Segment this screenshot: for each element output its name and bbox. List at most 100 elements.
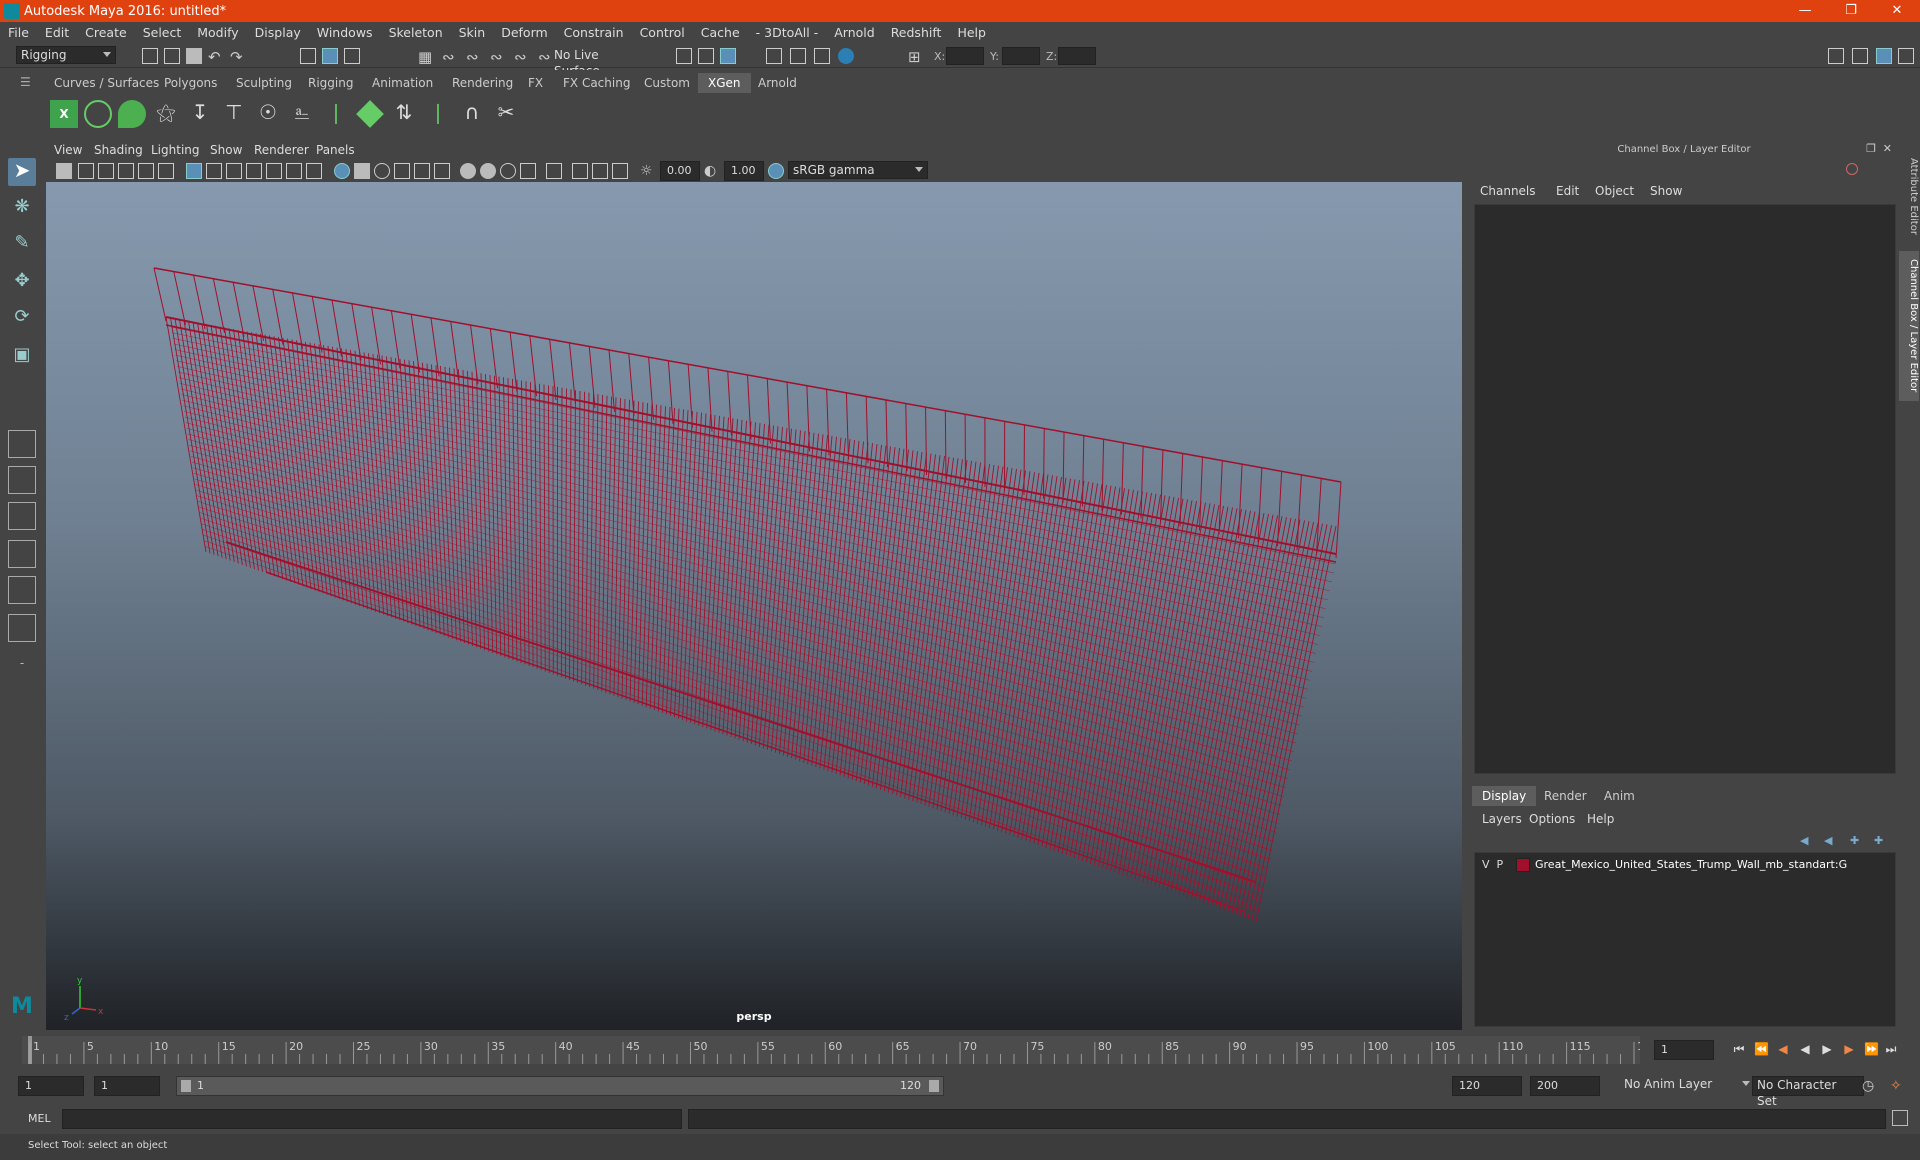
character-set-dropdown[interactable]: No Character Set: [1752, 1076, 1864, 1108]
float-panel-icon[interactable]: ❐: [1866, 142, 1876, 155]
anim-layer-dropdown[interactable]: No Anim Layer: [1620, 1076, 1750, 1096]
menu-display[interactable]: Display: [247, 22, 309, 44]
lasso-tool-icon[interactable]: ❋: [8, 196, 36, 224]
view-transform-dropdown[interactable]: sRGB gamma: [788, 161, 928, 179]
shelf-tab-fx[interactable]: FX: [518, 73, 553, 93]
grease-pencil-icon[interactable]: [158, 163, 174, 179]
move-tool-icon[interactable]: ✥: [8, 270, 36, 298]
snap-surface-icon[interactable]: ∾: [514, 48, 530, 66]
render-frame-icon[interactable]: [766, 48, 782, 64]
xray-joints-icon[interactable]: [612, 163, 628, 179]
layer-tab-display[interactable]: Display: [1472, 786, 1537, 806]
layer-menu-options[interactable]: Options: [1529, 812, 1575, 826]
modeling-toolkit-icon[interactable]: [1828, 48, 1844, 64]
xgen-editor-icon[interactable]: X: [50, 100, 78, 128]
scale-tool-icon[interactable]: ▣: [8, 344, 36, 372]
menu-modify[interactable]: Modify: [189, 22, 246, 44]
step-back-key-icon[interactable]: ⏪: [1754, 1042, 1769, 1056]
menu-skin[interactable]: Skin: [451, 22, 494, 44]
screen-space-ao-icon[interactable]: [460, 163, 476, 179]
xgen-bend-icon[interactable]: ∩: [458, 100, 486, 128]
step-forward-key-icon[interactable]: ⏩: [1864, 1042, 1879, 1056]
camera-attributes-icon[interactable]: [78, 163, 94, 179]
xgen-groom-icon[interactable]: ❘: [322, 100, 350, 128]
shelf-tab-xgen[interactable]: XGen: [698, 73, 751, 93]
shelf-tab-sculpting[interactable]: Sculpting: [226, 73, 302, 93]
paint-select-tool-icon[interactable]: ✎: [8, 232, 36, 260]
xgen-rebuild-icon[interactable]: ⇅: [390, 100, 418, 128]
resolution-gate-icon[interactable]: [226, 163, 242, 179]
isolate-select-icon[interactable]: [546, 163, 562, 179]
move-layer-down-icon[interactable]: ◀: [1824, 834, 1832, 847]
create-layer-from-selected-icon[interactable]: ✚: [1874, 834, 1883, 847]
range-end-field[interactable]: 200: [1530, 1076, 1600, 1096]
persp-outliner-layout-icon[interactable]: [8, 540, 36, 568]
viewport-menu-lighting[interactable]: Lighting: [151, 143, 200, 157]
channel-box-attributes[interactable]: [1474, 204, 1896, 774]
current-time-marker[interactable]: [28, 1036, 32, 1064]
menu-select[interactable]: Select: [135, 22, 190, 44]
snap-grid-icon[interactable]: ▦: [418, 48, 434, 66]
viewport-menu-show[interactable]: Show: [210, 143, 242, 157]
xgen-layer-icon[interactable]: [356, 100, 384, 128]
close-panel-icon[interactable]: ✕: [1883, 142, 1892, 155]
playback-end-field[interactable]: 120: [1452, 1076, 1522, 1096]
script-editor-icon[interactable]: [1892, 1110, 1908, 1126]
channel-box-tab[interactable]: Channel Box / Layer Editor: [1899, 251, 1919, 401]
two-pane-layout-icon[interactable]: [8, 502, 36, 530]
layer-tab-anim[interactable]: Anim: [1594, 786, 1645, 806]
layer-editor-toggle-icon[interactable]: [1898, 48, 1914, 64]
perspective-viewport[interactable]: y x z persp: [46, 182, 1462, 1030]
snap-view-icon[interactable]: ∾: [490, 48, 506, 66]
channel-box-menu-show[interactable]: Show: [1650, 184, 1682, 198]
go-to-end-icon[interactable]: ⏭: [1884, 1042, 1898, 1056]
2d-pan-zoom-icon[interactable]: [138, 163, 154, 179]
select-component-icon[interactable]: [344, 48, 360, 64]
hypershade-layout-icon[interactable]: [8, 614, 36, 642]
exposure-icon[interactable]: ☼: [640, 163, 656, 179]
shelf-tab-arnold[interactable]: Arnold: [748, 73, 807, 93]
gamma-icon[interactable]: ◐: [704, 163, 720, 179]
manipulator-icon[interactable]: [1846, 163, 1858, 175]
viewport-menu-view[interactable]: View: [54, 143, 82, 157]
select-tool-icon[interactable]: ➤: [8, 158, 36, 186]
shelf-tab-rigging[interactable]: Rigging: [298, 73, 363, 93]
x-field[interactable]: [946, 47, 984, 65]
channel-box-toggle-icon[interactable]: [1876, 48, 1892, 64]
menu-help[interactable]: Help: [949, 22, 994, 44]
shelf-tab-custom[interactable]: Custom: [634, 73, 700, 93]
menu-arnold[interactable]: Arnold: [826, 22, 882, 44]
range-slider-end-handle[interactable]: [929, 1080, 939, 1092]
safe-title-icon[interactable]: [306, 163, 322, 179]
command-input[interactable]: [62, 1109, 682, 1129]
xgen-create-description-icon[interactable]: [118, 100, 146, 128]
wireframe-on-shaded-icon[interactable]: [374, 163, 390, 179]
range-slider-start-handle[interactable]: [181, 1080, 191, 1092]
auto-key-icon[interactable]: ◷: [1862, 1078, 1874, 1094]
layer-color-swatch[interactable]: [1516, 858, 1530, 872]
time-slider[interactable]: 1 5 10 15 20 25 30 35 40 45 50 55 60 65 70 75 80 85 90 95 10…: [22, 1036, 1640, 1064]
z-field[interactable]: [1058, 47, 1096, 65]
shelf-tab-animation[interactable]: Animation: [362, 73, 443, 93]
xgen-preview-icon[interactable]: [84, 100, 112, 128]
menuset-dropdown[interactable]: Rigging: [16, 46, 116, 64]
absolute-transform-icon[interactable]: ⊞: [908, 48, 924, 66]
menu-skeleton[interactable]: Skeleton: [381, 22, 451, 44]
menu-3dtoall[interactable]: - 3DtoAll -: [748, 22, 827, 44]
construction-history-icon[interactable]: [720, 48, 736, 64]
depth-of-field-icon[interactable]: [520, 163, 536, 179]
xgen-lock-guides-icon[interactable]: ⎁: [288, 100, 316, 128]
render-settings-icon[interactable]: [814, 48, 830, 64]
xgen-sculpt-icon[interactable]: ❘: [424, 100, 452, 128]
play-backwards-icon[interactable]: ◀: [1798, 1042, 1812, 1056]
hypershade-icon[interactable]: [838, 48, 854, 64]
open-scene-icon[interactable]: [164, 48, 180, 64]
viewport-menu-renderer[interactable]: Renderer: [254, 143, 309, 157]
camera-icon[interactable]: [56, 163, 72, 179]
xray-active-icon[interactable]: [592, 163, 608, 179]
layer-row[interactable]: V P Great_Mexico_United_States_Trump_Wal…: [1478, 856, 1892, 874]
close-button[interactable]: ✕: [1874, 0, 1920, 22]
exposure-field[interactable]: 0.00: [660, 161, 700, 181]
range-start-field[interactable]: 1: [18, 1076, 84, 1096]
animation-preferences-icon[interactable]: ✧: [1890, 1078, 1902, 1094]
